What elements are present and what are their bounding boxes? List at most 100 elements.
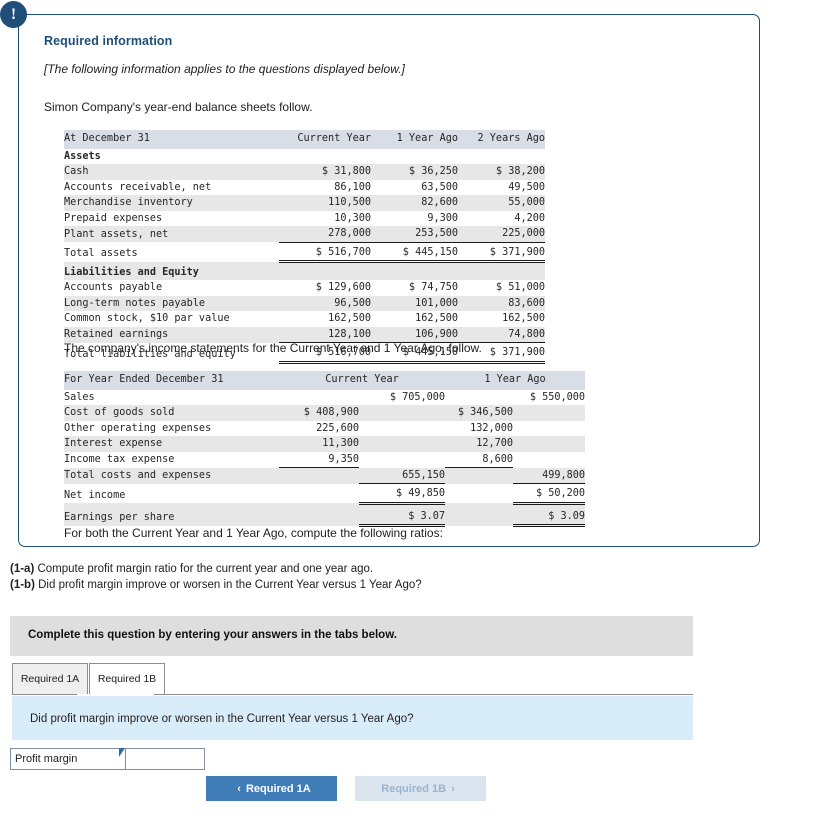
table-row: Accounts payable $ 129,600 $ 74,750 $ 51… — [64, 280, 545, 296]
row-label: Income tax expense — [64, 451, 279, 468]
chevron-right-icon: › — [451, 783, 455, 795]
row-value: 225,000 — [458, 226, 545, 243]
answer-row: Profit margin — [10, 748, 205, 770]
required-information-panel: ! Required information [The following in… — [0, 1, 762, 549]
row-value: 96,500 — [279, 295, 371, 311]
table-row: Other operating expenses 225,600 132,000 — [64, 420, 586, 436]
row-value — [445, 503, 514, 526]
row-value — [458, 148, 545, 164]
next-required-button[interactable]: Required 1B › — [355, 776, 486, 801]
row-value: 9,350 — [279, 451, 359, 468]
row-value: 278,000 — [279, 226, 371, 243]
table-row: Plant assets, net 278,000 253,500 225,00… — [64, 226, 545, 243]
row-value: 10,300 — [279, 210, 371, 226]
row-value: $ 516,700 — [279, 242, 371, 263]
previous-required-button[interactable]: ‹ Required 1A — [206, 776, 337, 801]
balance-sheet-table: At December 31 Current Year 1 Year Ago 2… — [64, 130, 545, 364]
previous-required-label: Required 1A — [245, 783, 311, 795]
row-value: $ 50,200 — [513, 483, 586, 505]
row-value — [513, 451, 586, 468]
row-value: 55,000 — [458, 195, 545, 211]
row-value — [513, 405, 586, 421]
row-value: 162,500 — [371, 311, 458, 327]
tab-required-1b[interactable]: Required 1B — [89, 663, 165, 694]
income-statement-intro-wrap: The company's income statements for the … — [64, 341, 482, 355]
row-value: 162,500 — [458, 311, 545, 327]
table-row: Merchandise inventory 110,500 82,600 55,… — [64, 195, 545, 211]
question-1a: (1-a) Compute profit margin ratio for th… — [10, 563, 373, 575]
row-value: 9,300 — [371, 210, 458, 226]
table-row: Earnings per share $ 3.07 $ 3.09 — [64, 503, 586, 527]
income-statement-intro: The company's income statements for the … — [64, 341, 482, 355]
table-row: Cash $ 31,800 $ 36,250 $ 38,200 — [64, 164, 545, 180]
exclamation-icon: ! — [0, 1, 27, 28]
row-value: 132,000 — [445, 420, 514, 436]
table-row: Common stock, $10 par value 162,500 162,… — [64, 311, 545, 327]
row-value: 253,500 — [371, 226, 458, 243]
table-row: Net income $ 49,850 $ 50,200 — [64, 483, 586, 505]
row-value — [359, 405, 446, 421]
balance-sheet-intro: Simon Company's year-end balance sheets … — [44, 100, 313, 114]
row-value: 225,600 — [279, 420, 359, 436]
row-label: Accounts payable — [64, 280, 279, 296]
row-value — [445, 483, 514, 503]
row-value: 11,300 — [279, 436, 359, 452]
row-value: $ 3.09 — [513, 503, 586, 527]
row-value: $ 129,600 — [279, 280, 371, 296]
row-value — [279, 503, 359, 526]
answer-row-label: Profit margin — [10, 748, 126, 770]
row-label: Other operating expenses — [64, 420, 279, 436]
row-value: 63,500 — [371, 179, 458, 195]
row-label: Earnings per share — [64, 503, 279, 526]
bs-col-1yr: 1 Year Ago — [371, 130, 458, 149]
row-label: Net income — [64, 483, 279, 503]
row-value — [371, 261, 458, 280]
closing-line-wrap: For both the Current Year and 1 Year Ago… — [64, 526, 443, 540]
table-row: Income tax expense 9,350 8,600 — [64, 451, 586, 468]
table-row: Total assets $ 516,700 $ 445,150 $ 371,9… — [64, 242, 545, 263]
row-value — [371, 148, 458, 164]
row-label: Accounts receivable, net — [64, 179, 279, 195]
row-label: Cost of goods sold — [64, 405, 279, 421]
is-col-label: For Year Ended December 31 — [64, 371, 279, 390]
bs-col-label: At December 31 — [64, 130, 279, 149]
row-label: Plant assets, net — [64, 226, 279, 242]
tab-required-1a[interactable]: Required 1A — [12, 663, 88, 694]
row-value: $ 74,750 — [371, 280, 458, 296]
row-value — [458, 261, 545, 280]
table-row: Interest expense 11,300 12,700 — [64, 436, 586, 452]
row-value: $ 49,850 — [359, 483, 446, 505]
row-value: $ 36,250 — [371, 164, 458, 180]
row-label: Prepaid expenses — [64, 210, 279, 226]
row-value: 8,600 — [445, 451, 514, 468]
row-value — [279, 467, 359, 484]
row-value: $ 51,000 — [458, 280, 545, 296]
profit-margin-input[interactable] — [126, 750, 202, 768]
row-value — [445, 467, 514, 484]
row-value — [279, 261, 371, 280]
table-row: Prepaid expenses 10,300 9,300 4,200 — [64, 210, 545, 226]
income-statement-table: For Year Ended December 31 Current Year … — [64, 371, 586, 527]
ratios-instruction: For both the Current Year and 1 Year Ago… — [64, 526, 443, 540]
bs-col-current: Current Year — [279, 130, 371, 149]
bs-col-2yr: 2 Years Ago — [458, 130, 545, 149]
row-label: Cash — [64, 164, 279, 180]
instruction-bar-text: Complete this question by entering your … — [28, 629, 397, 641]
table-header-row: At December 31 Current Year 1 Year Ago 2… — [64, 130, 545, 149]
chevron-left-icon: ‹ — [237, 783, 241, 795]
row-value: $ 408,900 — [279, 405, 359, 421]
info-panel-content: Required information [The following info… — [44, 34, 748, 127]
row-value — [359, 451, 446, 468]
next-required-label: Required 1B — [381, 783, 447, 795]
row-value: $ 3.07 — [359, 503, 446, 527]
answer-input-cell[interactable] — [125, 748, 205, 770]
table-row: Sales $ 705,000 $ 550,000 — [64, 389, 586, 405]
row-value: 110,500 — [279, 195, 371, 211]
is-col-1yr: 1 Year Ago — [445, 371, 586, 390]
page-title: Required information — [44, 34, 173, 48]
row-value: $ 371,900 — [458, 242, 545, 263]
table-row: Long-term notes payable 96,500 101,000 8… — [64, 295, 545, 311]
row-label: Assets — [64, 148, 279, 164]
row-value: 12,700 — [445, 436, 514, 452]
instruction-bar: Complete this question by entering your … — [10, 616, 693, 656]
